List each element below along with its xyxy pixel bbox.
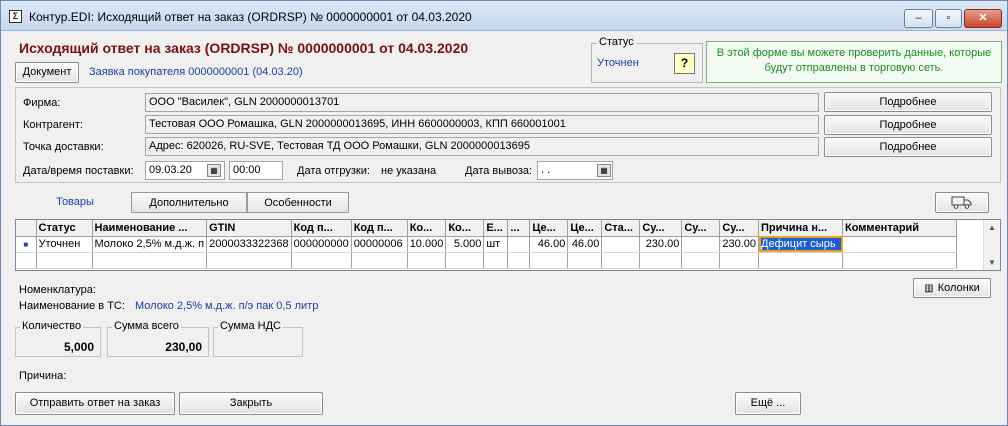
- delivery-truck-button[interactable]: [935, 192, 989, 213]
- shipment-date-value: не указана: [381, 165, 437, 177]
- column-header[interactable]: Код п...: [291, 220, 352, 237]
- column-header[interactable]: Су...: [719, 220, 759, 237]
- row-marker-icon: ■: [16, 236, 37, 253]
- cell-qty-1[interactable]: 10.000: [407, 236, 447, 253]
- tab-goods[interactable]: Товары: [19, 192, 131, 213]
- help-button[interactable]: ?: [674, 53, 695, 74]
- scroll-down-icon[interactable]: ▼: [988, 258, 996, 267]
- delivery-point-details-button[interactable]: Подробнее: [824, 137, 992, 157]
- vat-legend: Сумма НДС: [218, 320, 283, 332]
- goods-table: Статус Наименование ... GTIN Код п... Ко…: [15, 219, 1001, 271]
- info-line-2: будут отправлены в торговую сеть.: [764, 62, 944, 74]
- calendar-icon[interactable]: ▦: [207, 164, 221, 177]
- maximize-button[interactable]: ▫: [935, 9, 962, 28]
- cell-comment[interactable]: [842, 236, 957, 253]
- more-button[interactable]: Ещё ...: [735, 392, 801, 415]
- column-header[interactable]: Статус: [36, 220, 93, 237]
- truck-icon: [951, 196, 972, 209]
- order-link[interactable]: Заявка покупателя 0000000001 (04.03.20): [89, 66, 303, 78]
- quantity-box: Количество 5,000: [15, 320, 101, 357]
- column-header[interactable]: Су...: [681, 220, 721, 237]
- cell-price-1[interactable]: 46.00: [529, 236, 569, 253]
- vat-box: Сумма НДС: [213, 320, 303, 357]
- vertical-scrollbar[interactable]: ▲ ▼: [983, 220, 1000, 270]
- total-value: 230,00: [165, 340, 202, 354]
- firm-field[interactable]: ООО "Василек", GLN 2000000013701: [145, 93, 819, 112]
- column-header[interactable]: Код п...: [351, 220, 408, 237]
- columns-icon: ▥: [924, 283, 934, 294]
- scroll-up-icon[interactable]: ▲: [988, 223, 996, 232]
- column-header[interactable]: Це...: [529, 220, 569, 237]
- delivery-time-input[interactable]: 00:00: [229, 161, 283, 180]
- calendar-icon[interactable]: ▦: [597, 164, 611, 177]
- delivery-point-label: Точка доставки:: [23, 141, 104, 153]
- send-response-button[interactable]: Отправить ответ на заказ: [15, 392, 175, 415]
- cell-reason[interactable]: Дефицит сырь: [758, 236, 843, 253]
- column-header[interactable]: [16, 220, 37, 237]
- nomenclature-label: Номенклатура:: [19, 284, 96, 296]
- close-button[interactable]: ✕: [964, 9, 1002, 28]
- close-form-button[interactable]: Закрыть: [179, 392, 323, 415]
- column-header[interactable]: ...: [507, 220, 531, 237]
- column-header[interactable]: Ко...: [407, 220, 447, 237]
- ts-name-label: Наименование в ТС:: [19, 300, 125, 312]
- title-bar[interactable]: Σ Контур.EDI: Исходящий ответ на заказ (…: [1, 1, 1007, 31]
- page-title: Исходящий ответ на заказ (ORDRSP) № 0000…: [19, 40, 469, 56]
- cell-unit[interactable]: шт: [483, 236, 509, 253]
- window-title: Контур.EDI: Исходящий ответ на заказ (OR…: [29, 10, 472, 24]
- cell-sum-2[interactable]: [681, 236, 721, 253]
- cell-qty-2[interactable]: 5.000: [445, 236, 485, 253]
- app-icon: Σ: [9, 10, 22, 23]
- table-header: Статус Наименование ... GTIN Код п... Ко…: [16, 220, 957, 237]
- status-value: Уточнен: [597, 57, 639, 69]
- cell-gtin[interactable]: 2000033322368: [206, 236, 292, 253]
- contractor-label: Контрагент:: [23, 119, 83, 131]
- column-header[interactable]: Су...: [639, 220, 683, 237]
- column-header[interactable]: Ко...: [445, 220, 485, 237]
- cell-price-2[interactable]: 46.00: [567, 236, 603, 253]
- column-header[interactable]: GTIN: [206, 220, 292, 237]
- column-header[interactable]: Комментарий: [842, 220, 957, 237]
- table-row[interactable]: ■ Уточнен Молоко 2,5% м.д.ж. п 200003332…: [16, 236, 957, 253]
- contractor-details-button[interactable]: Подробнее: [824, 115, 992, 135]
- delivery-datetime-label: Дата/время поставки:: [23, 165, 134, 177]
- info-message: В этой форме вы можете проверить данные,…: [706, 41, 1002, 83]
- cell-code-2[interactable]: 00000006: [351, 236, 408, 253]
- columns-button-label: Колонки: [937, 282, 980, 294]
- cell-code-1[interactable]: 000000000: [291, 236, 352, 253]
- cell-status[interactable]: Уточнен: [36, 236, 93, 253]
- tab-features[interactable]: Особенности: [247, 192, 349, 213]
- column-header[interactable]: Е...: [483, 220, 509, 237]
- total-legend: Сумма всего: [112, 320, 181, 332]
- delivery-point-field[interactable]: Адрес: 620026, RU-SVE, Тестовая ТД ООО Р…: [145, 137, 819, 156]
- contractor-field[interactable]: Тестовая ООО Ромашка, GLN 2000000013695,…: [145, 115, 819, 134]
- column-header[interactable]: Це...: [567, 220, 603, 237]
- quantity-legend: Количество: [20, 320, 84, 332]
- firm-details-button[interactable]: Подробнее: [824, 92, 992, 112]
- info-line-1: В этой форме вы можете проверить данные,…: [716, 47, 992, 59]
- export-date-label: Дата вывоза:: [465, 165, 533, 177]
- column-header[interactable]: Ста...: [601, 220, 641, 237]
- cell-sum-1[interactable]: 230.00: [639, 236, 683, 253]
- quantity-value: 5,000: [63, 340, 94, 354]
- cell-sum-3[interactable]: 230.00: [719, 236, 759, 253]
- cell-blank[interactable]: [507, 236, 531, 253]
- tab-additional[interactable]: Дополнительно: [131, 192, 247, 213]
- cell-rate[interactable]: [601, 236, 641, 253]
- reason-label: Причина:: [19, 370, 67, 382]
- firm-label: Фирма:: [23, 97, 61, 109]
- minimize-button[interactable]: –: [904, 9, 933, 28]
- status-legend: Статус: [597, 36, 636, 48]
- table-row-empty[interactable]: [16, 252, 957, 269]
- total-box: Сумма всего 230,00: [107, 320, 209, 357]
- columns-button[interactable]: ▥ Колонки: [913, 278, 991, 298]
- shipment-date-label: Дата отгрузки:: [297, 165, 370, 177]
- cell-name[interactable]: Молоко 2,5% м.д.ж. п: [92, 236, 208, 253]
- document-button[interactable]: Документ: [15, 62, 79, 83]
- ts-name-value: Молоко 2,5% м.д.ж. п/э пак 0,5 литр: [135, 300, 319, 312]
- column-header[interactable]: Причина н...: [758, 220, 843, 237]
- main-window: Σ Контур.EDI: Исходящий ответ на заказ (…: [0, 0, 1008, 426]
- column-header[interactable]: Наименование ...: [92, 220, 208, 237]
